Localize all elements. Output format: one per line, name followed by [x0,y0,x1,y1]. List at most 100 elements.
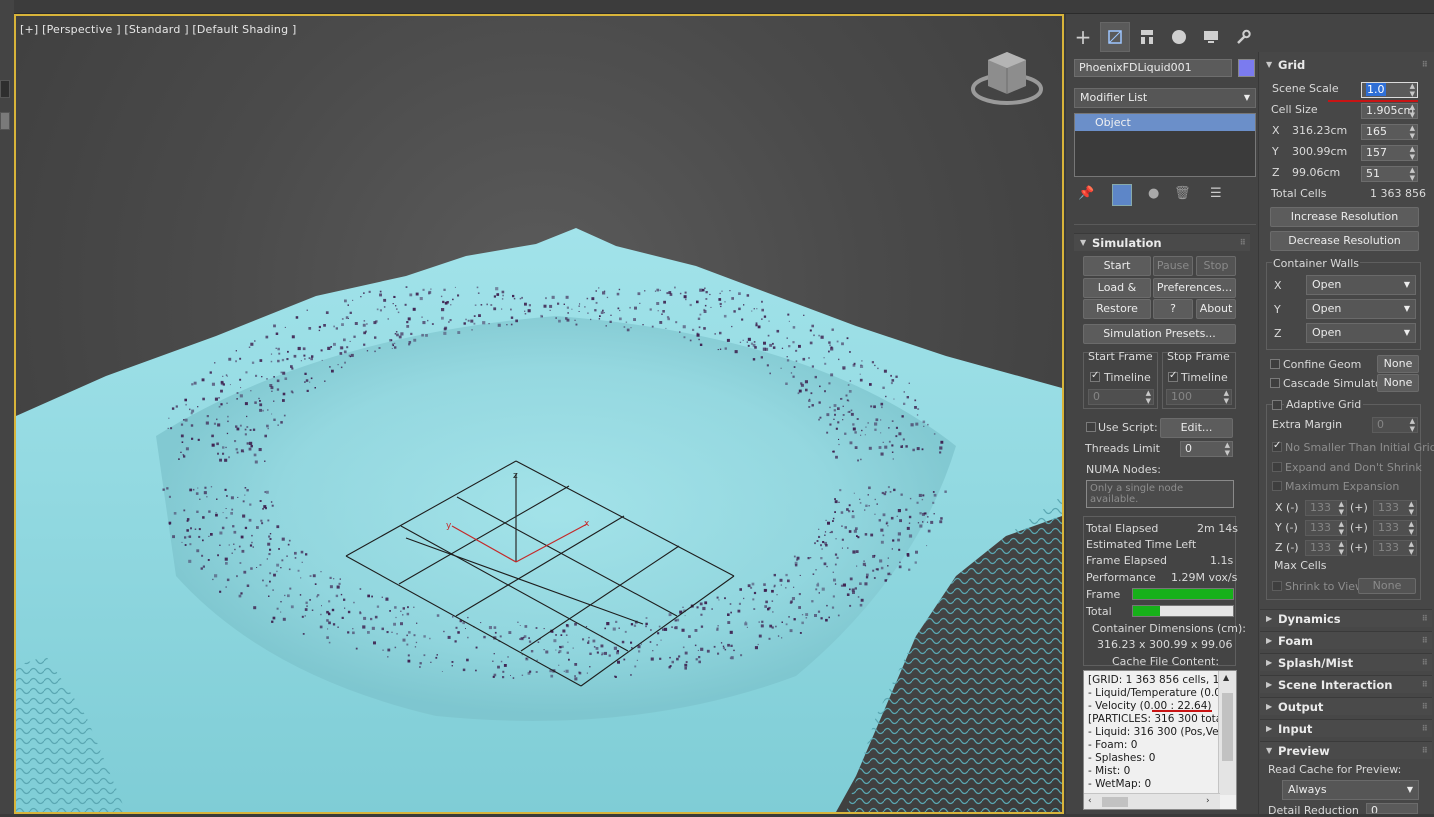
increase-resolution-button[interactable]: Increase Resolution [1270,207,1419,227]
grid-rollout-header[interactable]: ▼ Grid ⠿ [1260,56,1432,74]
left-strip-button[interactable] [0,112,10,130]
expand-no-shrink-checkbox[interactable] [1272,462,1282,472]
cache-content-textbox[interactable]: [GRID: 1 363 856 cells, 16 - Liquid/Temp… [1083,670,1237,810]
spinner-arrows-icon: ▲ ▼ [1408,500,1414,516]
particle-dot [236,427,240,431]
input-rollout-header[interactable]: ▶ Input ⠿ [1260,719,1432,737]
viewport-scene[interactable]: z y x [16,16,1062,812]
hierarchy-icon[interactable] [1132,22,1162,52]
simulation-rollout-header[interactable]: ▼ Simulation ⠿ [1074,233,1250,251]
scroll-thumb-h[interactable] [1102,797,1128,807]
stop-timeline-checkbox[interactable] [1168,370,1178,382]
stack-item-object[interactable]: Object [1075,114,1255,131]
particle-dot [506,324,508,326]
particle-dot [704,287,706,289]
z-cells-spinner[interactable]: 51 ▲ ▼ [1361,166,1418,182]
exp-z-minus-spinner[interactable]: 133 ▲ ▼ [1305,540,1347,556]
particle-dot [387,318,389,320]
create-icon[interactable]: + [1068,22,1098,52]
stop-button[interactable]: Stop [1196,256,1236,276]
numa-nodes-list[interactable]: Only a single node available. [1086,480,1234,508]
threads-limit-spinner[interactable]: 0 ▲ ▼ [1180,441,1233,457]
pin-stack-icon[interactable]: 📌 [1078,186,1094,201]
wall-x-dropdown[interactable]: Open ▼ [1306,275,1416,295]
exp-y-plus-spinner[interactable]: 133 ▲ ▼ [1373,520,1417,536]
remove-modifier-icon[interactable]: 🗑 [1174,186,1191,201]
viewport-label[interactable]: [+] [Perspective ] [Standard ] [Default … [20,23,296,36]
restore-button[interactable]: Restore [1083,299,1151,319]
show-end-result-icon[interactable] [1112,184,1132,206]
particle-dot [719,348,722,350]
x-cells-spinner[interactable]: 165 ▲ ▼ [1361,124,1418,140]
help-button[interactable]: ? [1153,299,1193,319]
shrink-to-view-checkbox[interactable] [1272,581,1282,591]
cell-size-spinner[interactable]: 1.905cm ▲ ▼ [1361,103,1418,119]
left-strip-button[interactable] [0,80,10,98]
particle-dot [291,391,294,394]
dynamics-rollout-header[interactable]: ▶ Dynamics ⠿ [1260,609,1432,627]
load-start-button[interactable]: Load & Start [1083,278,1151,312]
utilities-icon[interactable] [1228,22,1258,52]
particle-dot [824,362,827,365]
foam-rollout-header[interactable]: ▶ Foam ⠿ [1260,631,1432,649]
exp-x-plus-spinner[interactable]: 133 ▲ ▼ [1373,500,1417,516]
y-cells-spinner[interactable]: 157 ▲ ▼ [1361,145,1418,161]
modify-icon[interactable] [1100,22,1130,52]
shrink-to-view-pick-button[interactable]: None [1358,578,1416,594]
scene-interaction-rollout-header[interactable]: ▶ Scene Interaction ⠿ [1260,675,1432,693]
particle-dot [387,656,389,658]
modifier-stack[interactable]: Object [1074,113,1256,177]
viewport-perspective[interactable]: z y x [+] [Perspective ] [Standard ] [De… [14,14,1064,814]
max-expansion-checkbox[interactable] [1272,481,1282,491]
pause-button[interactable]: Pause [1153,256,1193,276]
cascade-simulator-checkbox[interactable] [1270,378,1280,388]
object-name-field[interactable]: PhoenixFDLiquid001 [1074,59,1232,77]
scroll-thumb[interactable] [1222,693,1233,761]
particle-dot [818,418,820,421]
exp-x-minus-spinner[interactable]: 133 ▲ ▼ [1305,500,1347,516]
make-unique-icon[interactable]: ● [1148,186,1159,201]
viewcube-icon[interactable] [971,52,1043,105]
scroll-up-icon[interactable]: ▲ [1223,673,1229,682]
configure-sets-icon[interactable]: ☰ [1210,186,1222,201]
exp-z-plus-spinner[interactable]: 133 ▲ ▼ [1373,540,1417,556]
scene-scale-spinner[interactable]: 1.0 ▲ ▼ [1361,82,1418,98]
object-color-swatch[interactable] [1238,59,1255,77]
particle-dot [259,500,262,502]
motion-icon[interactable] [1164,22,1194,52]
wall-y-dropdown[interactable]: Open ▼ [1306,299,1416,319]
output-rollout-header[interactable]: ▶ Output ⠿ [1260,697,1432,715]
confine-geom-checkbox[interactable] [1270,359,1280,369]
wall-z-dropdown[interactable]: Open ▼ [1306,323,1416,343]
particle-dot [271,620,274,623]
extra-margin-spinner[interactable]: 0 ▲ ▼ [1372,417,1418,433]
cache-vertical-scrollbar[interactable]: ▲ [1218,671,1236,795]
edit-script-button[interactable]: Edit... [1160,418,1233,438]
start-frame-spinner[interactable]: 0 ▲ ▼ [1088,389,1154,405]
scroll-right-icon[interactable]: › [1206,796,1210,806]
decrease-resolution-button[interactable]: Decrease Resolution [1270,231,1419,251]
particle-dot [844,526,847,529]
modifier-list-dropdown[interactable]: Modifier List ▼ [1074,88,1256,108]
exp-y-minus-spinner[interactable]: 133 ▲ ▼ [1305,520,1347,536]
confine-geom-pick-button[interactable]: None [1377,355,1419,373]
particle-dot [264,491,266,493]
start-button[interactable]: Start [1083,256,1151,276]
simulation-presets-button[interactable]: Simulation Presets... [1083,324,1236,344]
splash-mist-title: Splash/Mist [1278,656,1354,670]
no-smaller-checkbox[interactable] [1272,440,1282,452]
adaptive-grid-checkbox[interactable] [1272,400,1282,410]
cache-horizontal-scrollbar[interactable]: ‹ › [1084,793,1220,809]
start-timeline-checkbox[interactable] [1090,370,1100,382]
stop-frame-spinner[interactable]: 100 ▲ ▼ [1166,389,1232,405]
preferences-button[interactable]: Preferences... [1153,278,1236,298]
read-cache-dropdown[interactable]: Always ▼ [1282,780,1419,800]
about-button[interactable]: About [1196,299,1236,319]
preview-rollout-header[interactable]: ▼ Preview ⠿ [1260,741,1432,759]
use-script-checkbox[interactable] [1086,422,1096,432]
splash-mist-rollout-header[interactable]: ▶ Splash/Mist ⠿ [1260,653,1432,671]
display-icon[interactable] [1196,22,1226,52]
scroll-left-icon[interactable]: ‹ [1088,796,1092,806]
detail-reduction-spinner[interactable]: 0 [1366,803,1418,814]
cascade-simulator-pick-button[interactable]: None [1377,374,1419,392]
